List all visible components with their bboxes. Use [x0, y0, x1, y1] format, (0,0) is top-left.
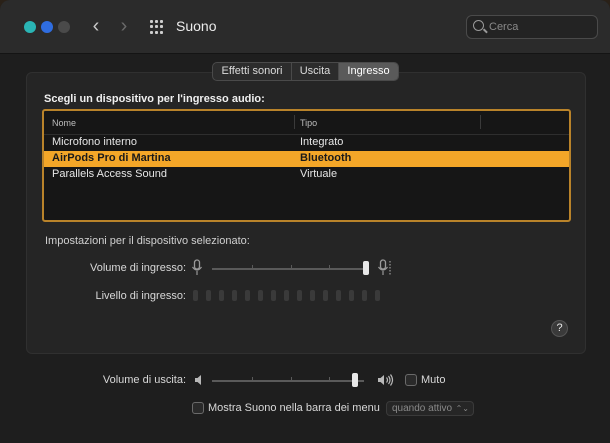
device-name: Parallels Access Sound [52, 168, 167, 180]
input-level-label: Livello di ingresso: [95, 290, 187, 302]
tab-bar: Effetti sonori Uscita Ingresso [212, 62, 399, 81]
device-type: Integrato [300, 136, 344, 148]
input-volume-track [212, 268, 364, 270]
output-volume-label: Volume di uscita: [102, 374, 186, 386]
table-header: Nome Tipo [44, 111, 569, 135]
tab-sound-effects[interactable]: Effetti sonori [213, 63, 292, 80]
device-type: Virtuale [300, 168, 338, 180]
device-prompt: Scegli un dispositivo per l'ingresso aud… [44, 93, 265, 105]
device-name: Microfono interno [52, 136, 137, 148]
search-icon [473, 20, 484, 31]
slider-tick [329, 265, 330, 270]
grid-icon[interactable] [150, 20, 164, 34]
input-volume-slider[interactable] [363, 261, 369, 275]
mute-label: Muto [421, 374, 446, 386]
chevron-left-icon[interactable]: ‹ [88, 16, 104, 36]
mute-checkbox[interactable] [405, 374, 417, 386]
slider-tick [252, 265, 253, 270]
show-in-menubar-label: Mostra Suono nella barra dei menu [208, 402, 380, 414]
show-in-menubar-checkbox[interactable] [192, 402, 204, 414]
slider-tick [329, 377, 330, 382]
settings-title: Impostazioni per il dispositivo selezion… [45, 235, 250, 247]
speaker-loud-icon [378, 374, 394, 386]
show-when-value: quando attivo [392, 403, 453, 414]
table-row-selected[interactable]: AirPods Pro di Martina Bluetooth [44, 151, 569, 167]
table-row[interactable]: Parallels Access Sound Virtuale [44, 167, 569, 183]
titlebar: ‹ › Suono [0, 0, 610, 54]
sound-preferences-window: ‹ › Suono Effetti sonori Uscita Ingresso… [0, 0, 610, 443]
slider-tick [291, 377, 292, 382]
close-button[interactable] [24, 21, 36, 33]
tab-input[interactable]: Ingresso [339, 63, 398, 80]
microphone-loud-icon [378, 259, 391, 275]
input-volume-label: Volume di ingresso: [90, 262, 186, 274]
chevron-updown-icon: ⌃⌄ [455, 404, 469, 413]
column-divider [480, 115, 481, 129]
column-divider [294, 115, 295, 129]
output-volume-slider[interactable] [352, 373, 358, 387]
speaker-icon [195, 375, 201, 385]
table-row[interactable]: Microfono interno Integrato [44, 135, 569, 151]
chevron-right-icon[interactable]: › [116, 16, 132, 36]
column-header-type[interactable]: Tipo [300, 118, 317, 128]
window-title: Suono [176, 18, 217, 34]
device-name: AirPods Pro di Martina [52, 152, 171, 164]
tab-output[interactable]: Uscita [292, 63, 339, 80]
search-input[interactable] [489, 19, 593, 35]
slider-tick [291, 265, 292, 270]
microphone-icon [192, 259, 202, 275]
device-table[interactable]: Nome Tipo Microfono interno Integrato Ai… [42, 109, 571, 222]
slider-tick [252, 377, 253, 382]
minimize-button[interactable] [41, 21, 53, 33]
show-when-popup[interactable]: quando attivo ⌃⌄ [386, 401, 474, 416]
help-button[interactable]: ? [551, 320, 568, 337]
output-volume-track [212, 380, 364, 382]
zoom-button[interactable] [58, 21, 70, 33]
search-field[interactable] [466, 15, 598, 39]
column-header-name[interactable]: Nome [52, 118, 76, 128]
device-type: Bluetooth [300, 152, 352, 164]
